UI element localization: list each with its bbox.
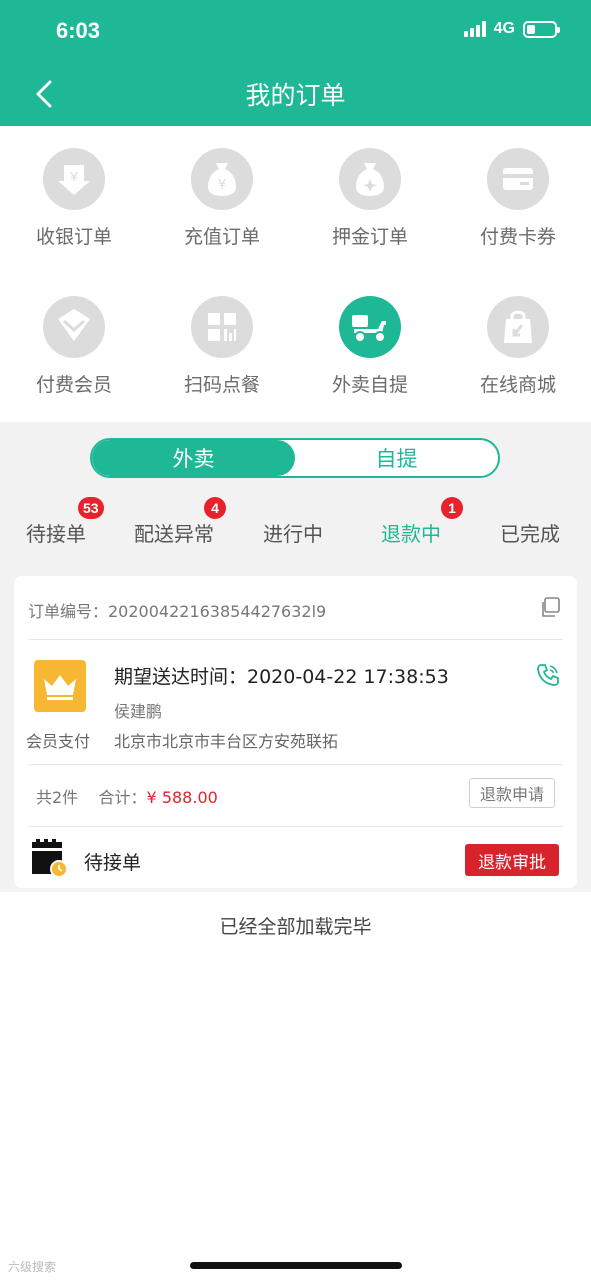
tab-badge: 4 — [204, 497, 226, 519]
payment-method: 会员支付 — [26, 732, 91, 751]
grid-label: 充值订单 — [183, 226, 260, 248]
tab-refunding[interactable]: 退款中 — [381, 518, 441, 547]
grid-label: 扫码点餐 — [183, 374, 260, 396]
expected-delivery-time: 期望送达时间：2020-04-22 17:38:53 — [114, 666, 449, 688]
tab-badge: 1 — [441, 497, 463, 519]
member-icon — [43, 296, 105, 358]
online-mall-icon — [487, 296, 549, 358]
crown-icon — [34, 660, 86, 712]
tab-delivery-exception[interactable]: 配送异常 — [134, 518, 214, 547]
order-summary: 共2件 合计：¥ 588.00 — [36, 784, 218, 808]
divider — [28, 826, 563, 827]
grid-label: 付费卡券 — [479, 226, 556, 248]
card-coupon-icon — [487, 148, 549, 210]
order-card[interactable]: 订单编号：20200422163854427632l9 会员支付 期望送达时间：… — [14, 576, 577, 888]
tab-label: 配送异常 — [134, 522, 214, 546]
scan-order-icon — [191, 296, 253, 358]
tab-badge: 53 — [78, 497, 104, 519]
order-status-tabs: 待接单 53 配送异常 4 进行中 退款中 1 已完成 — [0, 497, 591, 560]
battery-icon — [523, 20, 560, 38]
phone-icon[interactable] — [535, 662, 561, 688]
grid-item-cashier[interactable]: ¥ 收银订单 — [0, 148, 148, 249]
grid-label: 付费会员 — [35, 374, 112, 396]
delivery-icon — [339, 296, 401, 358]
svg-text:¥: ¥ — [70, 170, 78, 184]
grid-item-member[interactable]: 付费会员 — [0, 296, 148, 397]
signal-icon — [463, 21, 486, 37]
grid-item-deposit[interactable]: 押金订单 — [296, 148, 444, 249]
delivery-pickup-toggle: 外卖 自提 — [90, 438, 500, 478]
tab-completed[interactable]: 已完成 — [500, 518, 560, 547]
customer-address: 北京市北京市丰台区方安苑联拓 — [114, 732, 339, 751]
total-price: ¥ 588.00 — [146, 788, 218, 807]
grid-label: 收银订单 — [35, 226, 112, 248]
page-title: 我的订单 — [245, 81, 346, 110]
grid-item-card-coupon[interactable]: 付费卡券 — [444, 148, 591, 249]
cashier-icon: ¥ — [43, 148, 105, 210]
order-status: 待接单 — [84, 852, 142, 874]
deposit-icon — [339, 148, 401, 210]
home-indicator[interactable] — [190, 1262, 402, 1269]
item-count: 共2件 — [36, 788, 79, 807]
svg-text:¥: ¥ — [218, 178, 226, 193]
grid-item-scan-order[interactable]: 扫码点餐 — [148, 296, 296, 397]
tab-label: 进行中 — [263, 522, 323, 546]
grid-label: 外卖自提 — [331, 374, 408, 396]
tab-pending[interactable]: 待接单 — [26, 518, 86, 547]
divider — [28, 764, 563, 765]
tab-in-progress[interactable]: 进行中 — [263, 518, 323, 547]
toggle-pickup[interactable]: 自提 — [295, 440, 498, 476]
tab-label: 退款中 — [381, 522, 441, 546]
grid-item-online-mall[interactable]: 在线商城 — [444, 296, 591, 397]
copy-icon[interactable] — [539, 596, 561, 618]
load-complete-message: 已经全部加载完毕 — [219, 916, 372, 938]
tab-label: 已完成 — [500, 522, 560, 546]
total-label: 合计： — [98, 788, 147, 807]
refund-approve-button[interactable]: 退款审批 — [465, 844, 559, 876]
refund-request-button[interactable]: 退款申请 — [469, 778, 555, 808]
grid-item-delivery[interactable]: 外卖自提 — [296, 296, 444, 397]
order-category-grid: ¥ 收银订单 ¥ 充值订单 押金订单 付费卡券 付费会员 扫码点餐 外卖自提 在… — [0, 126, 591, 422]
status-indicators: 4G — [463, 20, 560, 38]
top-header: 6:03 4G 我的订单 — [0, 0, 591, 126]
divider — [28, 639, 563, 640]
recharge-icon: ¥ — [191, 148, 253, 210]
watermark: 六级搜索 — [8, 1260, 57, 1274]
tab-label: 待接单 — [26, 522, 86, 546]
grid-item-recharge[interactable]: ¥ 充值订单 — [148, 148, 296, 249]
order-number: 订单编号：20200422163854427632l9 — [28, 602, 327, 621]
network-type: 4G — [493, 20, 515, 37]
grid-label: 押金订单 — [331, 226, 408, 248]
customer-name: 侯建鹏 — [114, 702, 163, 721]
grid-label: 在线商城 — [479, 374, 556, 396]
pending-order-icon — [32, 839, 68, 878]
status-time: 6:03 — [56, 18, 101, 43]
toggle-delivery[interactable]: 外卖 — [92, 440, 295, 476]
